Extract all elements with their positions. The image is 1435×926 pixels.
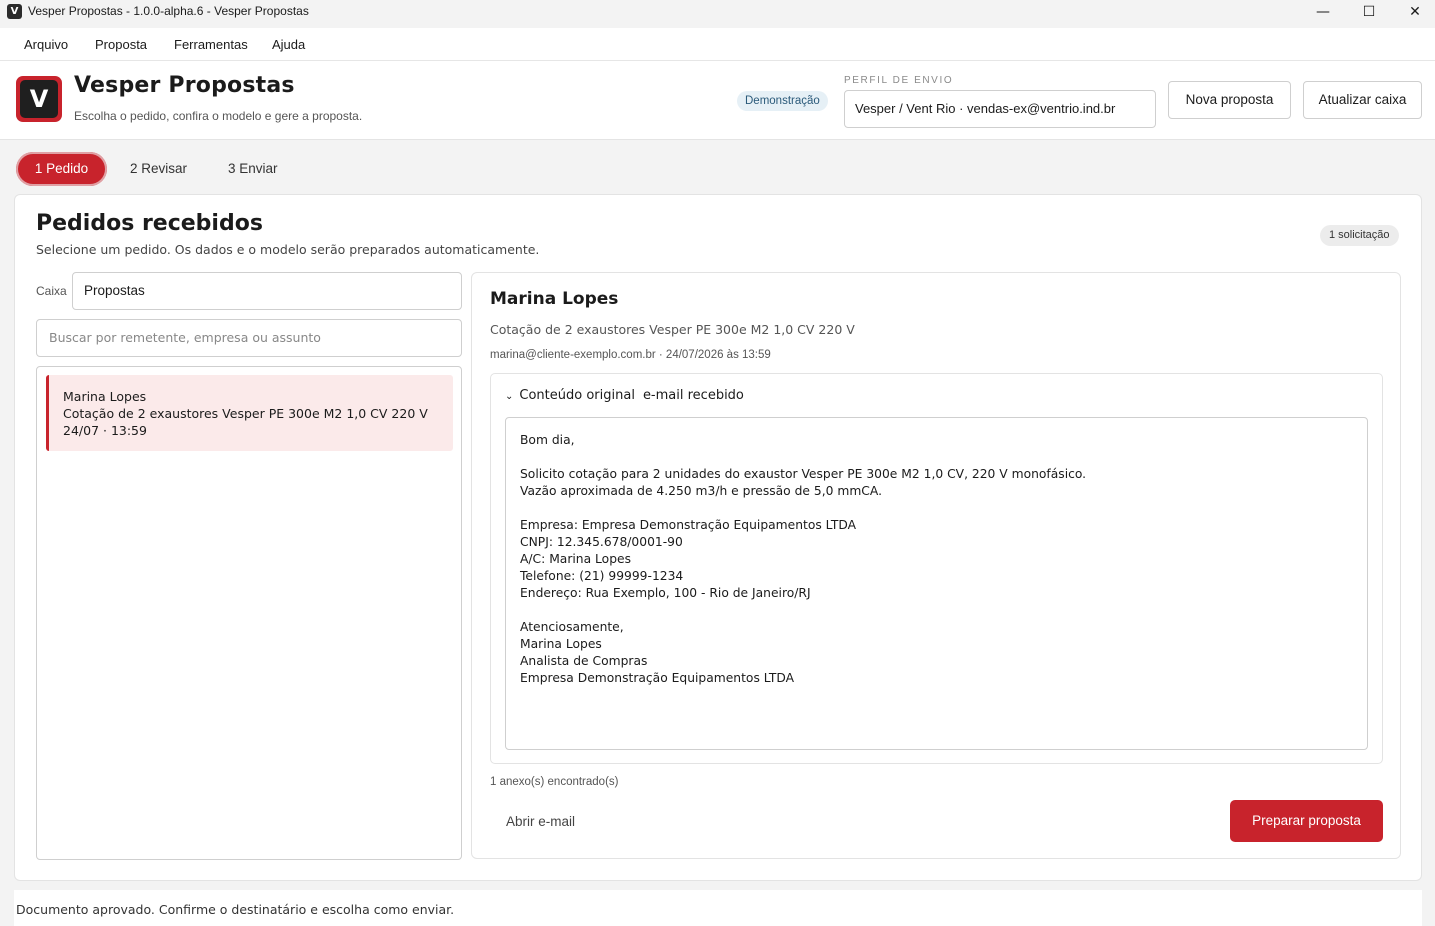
app-header: V Vesper Propostas Escolha o pedido, con…: [0, 61, 1435, 140]
menu-proposta[interactable]: Proposta: [95, 37, 147, 52]
message-list: Marina Lopes Cotação de 2 exaustores Ves…: [36, 366, 462, 860]
app-title: Vesper Propostas: [74, 73, 295, 98]
status-bar: Documento aprovado. Confirme o destinatá…: [14, 890, 1422, 926]
original-content-panel: ⌄ Conteúdo original e-mail recebido Bom di…: [490, 373, 1383, 764]
refresh-mailbox-button[interactable]: Atualizar caixa: [1303, 81, 1422, 119]
app-logo: V: [16, 76, 62, 122]
message-date: 24/07 · 13:59: [63, 423, 147, 438]
menu-bar: Arquivo Proposta Ferramentas Ajuda: [0, 28, 1435, 61]
prepare-proposal-button[interactable]: Preparar proposta: [1230, 800, 1383, 842]
detail-sender-name: Marina Lopes: [490, 289, 619, 309]
profile-select[interactable]: Vesper / Vent Rio · vendas-ex@ventrio.in…: [844, 90, 1156, 128]
mode-badge: Demonstração: [737, 91, 828, 111]
app-logo-glyph: V: [20, 80, 58, 118]
email-body-text[interactable]: Bom dia, Solicito cotação para 2 unidade…: [505, 417, 1368, 750]
title-bar: V Vesper Propostas - 1.0.0-alpha.6 - Ves…: [0, 0, 1435, 24]
original-content-toggle[interactable]: ⌄ Conteúdo original e-mail recebido: [505, 388, 744, 403]
profile-label: PERFIL DE ENVIO: [844, 75, 954, 86]
original-content-tag: e-mail recebido: [642, 388, 744, 403]
close-window-button[interactable]: ✕: [1392, 0, 1435, 24]
status-message: Documento aprovado. Confirme o destinatá…: [16, 902, 455, 917]
open-email-button[interactable]: Abrir e-mail: [506, 814, 575, 829]
step-enviar[interactable]: 3 Enviar: [228, 152, 278, 186]
detail-subject: Cotação de 2 exaustores Vesper PE 300e M…: [490, 322, 855, 337]
menu-ajuda[interactable]: Ajuda: [272, 37, 305, 52]
mailbox-label: Caixa: [36, 284, 67, 298]
message-list-item[interactable]: Marina Lopes Cotação de 2 exaustores Ves…: [46, 375, 453, 451]
original-content-label: Conteúdo original: [519, 388, 635, 403]
step-revisar[interactable]: 2 Revisar: [130, 152, 187, 186]
request-count-badge: 1 solicitação: [1320, 225, 1399, 246]
app-icon: V: [7, 4, 22, 19]
menu-ferramentas[interactable]: Ferramentas: [174, 37, 248, 52]
page-subtitle: Selecione um pedido. Os dados e o modelo…: [36, 242, 540, 257]
message-subject: Cotação de 2 exaustores Vesper PE 300e M…: [63, 406, 428, 421]
attachments-count: 1 anexo(s) encontrado(s): [490, 776, 619, 788]
message-detail: Marina Lopes Cotação de 2 exaustores Ves…: [471, 272, 1401, 859]
minimize-button[interactable]: —: [1300, 0, 1346, 24]
window-title: Vesper Propostas - 1.0.0-alpha.6 - Vespe…: [28, 4, 309, 18]
page-title: Pedidos recebidos: [36, 211, 263, 236]
detail-meta: marina@cliente-exemplo.com.br · 24/07/20…: [490, 349, 771, 361]
search-input[interactable]: Buscar por remetente, empresa ou assunto: [36, 319, 462, 357]
maximize-button[interactable]: ☐: [1346, 0, 1392, 24]
new-proposal-button[interactable]: Nova proposta: [1168, 81, 1291, 119]
mailbox-select[interactable]: Propostas: [72, 272, 462, 310]
app-subtitle: Escolha o pedido, confira o modelo e ger…: [74, 109, 363, 123]
step-pedido[interactable]: 1 Pedido: [16, 152, 107, 186]
orders-card: Pedidos recebidos Selecione um pedido. O…: [14, 194, 1422, 881]
menu-arquivo[interactable]: Arquivo: [24, 37, 68, 52]
message-sender: Marina Lopes: [63, 389, 147, 404]
chevron-down-icon: ⌄: [505, 391, 514, 402]
